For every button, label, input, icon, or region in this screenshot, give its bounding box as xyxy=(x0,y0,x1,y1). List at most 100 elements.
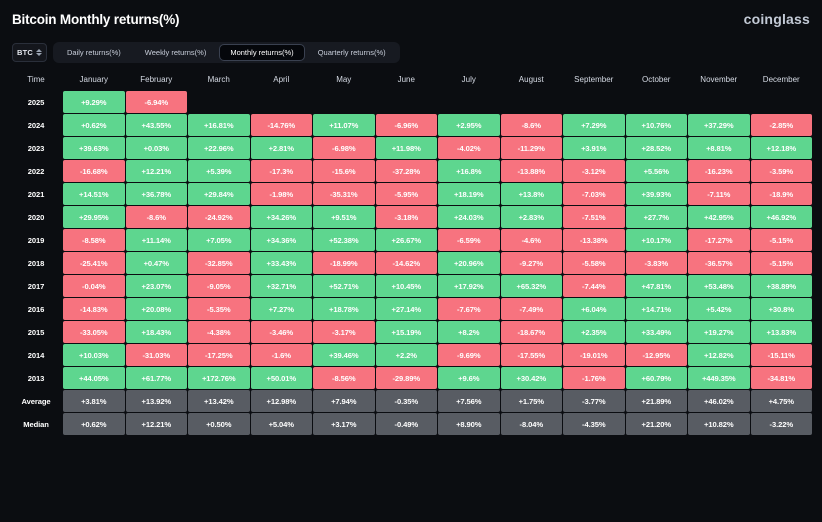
cell-2023-december[interactable]: +12.18% xyxy=(750,137,812,159)
cell-2015-april[interactable]: -3.46% xyxy=(250,321,312,343)
cell-2020-december[interactable]: +46.92% xyxy=(750,206,812,228)
cell-2017-august[interactable]: +65.32% xyxy=(500,275,562,297)
cell-2023-october[interactable]: +28.52% xyxy=(625,137,687,159)
cell-2024-november[interactable]: +37.29% xyxy=(688,114,750,136)
cell-2018-march[interactable]: -32.85% xyxy=(188,252,250,274)
cell-2019-august[interactable]: -4.6% xyxy=(500,229,562,251)
cell-2024-march[interactable]: +16.81% xyxy=(188,114,250,136)
cell-median-july[interactable]: +8.90% xyxy=(438,413,500,435)
cell-2015-july[interactable]: +8.2% xyxy=(438,321,500,343)
cell-2017-july[interactable]: +17.92% xyxy=(438,275,500,297)
symbol-select[interactable]: BTC xyxy=(12,42,48,62)
cell-2022-march[interactable]: +5.39% xyxy=(188,160,250,182)
cell-2020-february[interactable]: -8.6% xyxy=(125,206,187,228)
cell-2022-october[interactable]: +5.56% xyxy=(625,160,687,182)
cell-2016-march[interactable]: -5.35% xyxy=(188,298,250,320)
cell-2025-july[interactable] xyxy=(438,91,500,113)
cell-2020-june[interactable]: -3.18% xyxy=(375,206,437,228)
cell-2014-april[interactable]: -1.6% xyxy=(250,344,312,366)
cell-2023-april[interactable]: +2.81% xyxy=(250,137,312,159)
cell-2015-january[interactable]: -33.05% xyxy=(63,321,125,343)
cell-2022-september[interactable]: -3.12% xyxy=(563,160,625,182)
cell-median-november[interactable]: +10.82% xyxy=(688,413,750,435)
cell-2023-november[interactable]: +8.81% xyxy=(688,137,750,159)
cell-2024-september[interactable]: +7.29% xyxy=(563,114,625,136)
cell-2024-october[interactable]: +10.76% xyxy=(625,114,687,136)
cell-2024-june[interactable]: -6.96% xyxy=(375,114,437,136)
cell-2018-december[interactable]: -5.15% xyxy=(750,252,812,274)
cell-average-december[interactable]: +4.75% xyxy=(750,390,812,412)
cell-2021-march[interactable]: +29.84% xyxy=(188,183,250,205)
cell-average-april[interactable]: +12.98% xyxy=(250,390,312,412)
cell-2015-june[interactable]: +15.19% xyxy=(375,321,437,343)
cell-2019-july[interactable]: -6.59% xyxy=(438,229,500,251)
cell-2017-february[interactable]: +23.07% xyxy=(125,275,187,297)
cell-2015-february[interactable]: +18.43% xyxy=(125,321,187,343)
cell-average-may[interactable]: +7.94% xyxy=(313,390,375,412)
cell-2013-august[interactable]: +30.42% xyxy=(500,367,562,389)
cell-2020-april[interactable]: +34.26% xyxy=(250,206,312,228)
cell-2016-september[interactable]: +6.04% xyxy=(563,298,625,320)
cell-2018-july[interactable]: +20.96% xyxy=(438,252,500,274)
cell-2018-august[interactable]: -9.27% xyxy=(500,252,562,274)
cell-2021-september[interactable]: -7.03% xyxy=(563,183,625,205)
cell-2024-may[interactable]: +11.07% xyxy=(313,114,375,136)
cell-2015-september[interactable]: +2.35% xyxy=(563,321,625,343)
cell-average-september[interactable]: -3.77% xyxy=(563,390,625,412)
cell-2015-december[interactable]: +13.83% xyxy=(750,321,812,343)
cell-2022-december[interactable]: -3.59% xyxy=(750,160,812,182)
cell-2023-february[interactable]: +0.03% xyxy=(125,137,187,159)
cell-2014-may[interactable]: +39.46% xyxy=(313,344,375,366)
cell-2022-may[interactable]: -15.6% xyxy=(313,160,375,182)
cell-2017-september[interactable]: -7.44% xyxy=(563,275,625,297)
cell-2023-august[interactable]: -11.29% xyxy=(500,137,562,159)
cell-2016-february[interactable]: +20.08% xyxy=(125,298,187,320)
cell-2023-march[interactable]: +22.96% xyxy=(188,137,250,159)
cell-2025-march[interactable] xyxy=(188,91,250,113)
cell-2023-may[interactable]: -6.98% xyxy=(313,137,375,159)
cell-2024-july[interactable]: +2.95% xyxy=(438,114,500,136)
cell-2023-september[interactable]: +3.91% xyxy=(563,137,625,159)
cell-2013-january[interactable]: +44.05% xyxy=(63,367,125,389)
cell-average-july[interactable]: +7.56% xyxy=(438,390,500,412)
cell-2017-november[interactable]: +53.48% xyxy=(688,275,750,297)
cell-2013-march[interactable]: +172.76% xyxy=(188,367,250,389)
cell-2020-november[interactable]: +42.95% xyxy=(688,206,750,228)
cell-2021-february[interactable]: +36.78% xyxy=(125,183,187,205)
cell-2019-september[interactable]: -13.38% xyxy=(563,229,625,251)
cell-2019-october[interactable]: +10.17% xyxy=(625,229,687,251)
cell-2025-november[interactable] xyxy=(688,91,750,113)
cell-2019-january[interactable]: -8.58% xyxy=(63,229,125,251)
cell-2019-november[interactable]: -17.27% xyxy=(688,229,750,251)
cell-2024-january[interactable]: +0.62% xyxy=(63,114,125,136)
cell-average-march[interactable]: +13.42% xyxy=(188,390,250,412)
cell-median-september[interactable]: -4.35% xyxy=(563,413,625,435)
cell-2025-may[interactable] xyxy=(313,91,375,113)
cell-2017-january[interactable]: -0.04% xyxy=(63,275,125,297)
cell-2013-december[interactable]: -34.81% xyxy=(750,367,812,389)
cell-average-october[interactable]: +21.89% xyxy=(625,390,687,412)
cell-2025-february[interactable]: -6.94% xyxy=(125,91,187,113)
cell-median-december[interactable]: -3.22% xyxy=(750,413,812,435)
cell-2014-july[interactable]: -9.69% xyxy=(438,344,500,366)
cell-2024-december[interactable]: -2.85% xyxy=(750,114,812,136)
cell-2025-january[interactable]: +9.29% xyxy=(63,91,125,113)
cell-2014-january[interactable]: +10.03% xyxy=(63,344,125,366)
cell-2018-september[interactable]: -5.58% xyxy=(563,252,625,274)
cell-2019-march[interactable]: +7.05% xyxy=(188,229,250,251)
cell-2017-april[interactable]: +32.71% xyxy=(250,275,312,297)
cell-2017-december[interactable]: +38.89% xyxy=(750,275,812,297)
cell-2014-december[interactable]: -15.11% xyxy=(750,344,812,366)
cell-2016-january[interactable]: -14.83% xyxy=(63,298,125,320)
cell-median-january[interactable]: +0.62% xyxy=(63,413,125,435)
cell-2015-may[interactable]: -3.17% xyxy=(313,321,375,343)
cell-2013-april[interactable]: +50.01% xyxy=(250,367,312,389)
cell-2020-july[interactable]: +24.03% xyxy=(438,206,500,228)
cell-2016-june[interactable]: +27.14% xyxy=(375,298,437,320)
cell-2021-january[interactable]: +14.51% xyxy=(63,183,125,205)
cell-2013-september[interactable]: -1.76% xyxy=(563,367,625,389)
cell-2020-august[interactable]: +2.83% xyxy=(500,206,562,228)
cell-2023-january[interactable]: +39.63% xyxy=(63,137,125,159)
cell-2025-june[interactable] xyxy=(376,91,438,113)
cell-median-august[interactable]: -8.04% xyxy=(500,413,562,435)
